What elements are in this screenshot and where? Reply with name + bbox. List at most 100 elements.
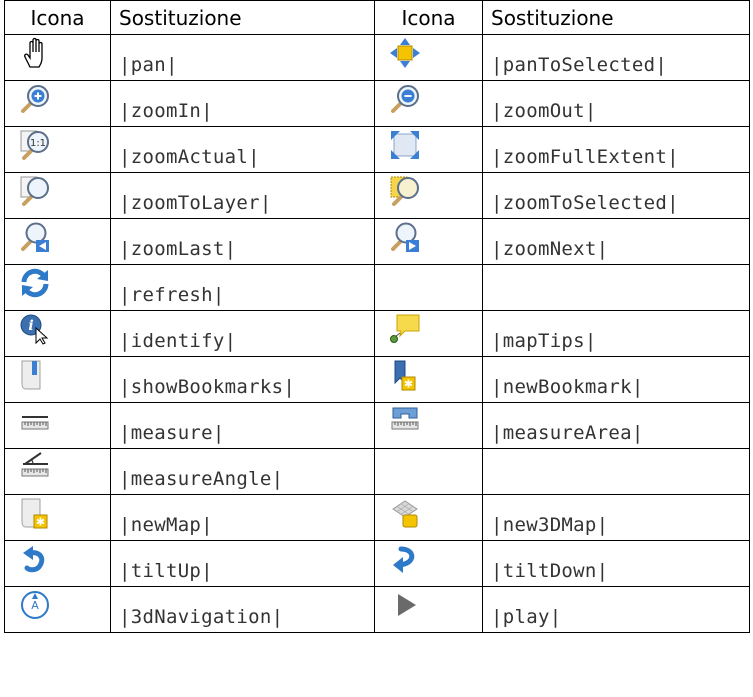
substitution-code: |identify| xyxy=(119,330,237,352)
substitution-cell: |tiltUp| xyxy=(110,540,375,587)
icon-cell xyxy=(374,34,483,81)
zoom-actual-icon: 1:1 xyxy=(19,129,51,161)
header-icon-col-2: Icona xyxy=(374,0,483,35)
substitution-cell: |zoomActual| xyxy=(110,126,375,173)
substitution-cell: |zoomToLayer| xyxy=(110,172,375,219)
table-header-row: Icona Sostituzione Icona Sostituzione xyxy=(4,0,750,35)
tilt-down-icon xyxy=(389,543,421,575)
icon-cell xyxy=(374,494,483,541)
substitution-code: |zoomNext| xyxy=(491,238,609,260)
substitution-code: |zoomLast| xyxy=(119,238,237,260)
zoom-to-layer-icon xyxy=(19,175,51,207)
icon-cell xyxy=(374,586,483,633)
table-row: |measure| |measureArea| xyxy=(4,402,750,449)
icon-cell xyxy=(4,172,111,219)
icon-cell: i xyxy=(4,310,111,357)
table-row: A |3dNavigation| |play| xyxy=(4,586,750,633)
substitution-cell: |showBookmarks| xyxy=(110,356,375,403)
substitution-cell: |panToSelected| xyxy=(482,34,750,81)
table-row: |pan| |panToSelected| xyxy=(4,34,750,81)
icon-cell: ✱ xyxy=(374,356,483,403)
substitution-cell xyxy=(482,264,750,311)
substitution-cell: |zoomLast| xyxy=(110,218,375,265)
play-icon xyxy=(389,589,421,621)
zoom-in-icon xyxy=(19,83,51,115)
substitution-code: |newMap| xyxy=(119,514,213,536)
table-row: |refresh| xyxy=(4,264,750,311)
svg-text:✱: ✱ xyxy=(404,378,413,391)
zoom-last-icon xyxy=(19,221,51,253)
zoom-out-icon xyxy=(389,83,421,115)
substitution-code: |play| xyxy=(491,606,562,628)
table-row: |zoomIn| |zoomOut| xyxy=(4,80,750,127)
icon-cell xyxy=(374,264,483,311)
table-row: ✱ |newMap| |new3DMap| xyxy=(4,494,750,541)
table-row: |zoomToLayer| |zoomToSelected| xyxy=(4,172,750,219)
substitution-code: |new3DMap| xyxy=(491,514,609,536)
substitution-code: |measureAngle| xyxy=(119,468,284,490)
icon-cell xyxy=(4,356,111,403)
measure-icon xyxy=(19,405,51,437)
substitution-code: |panToSelected| xyxy=(491,54,668,76)
icon-cell: A xyxy=(4,586,111,633)
substitution-cell: |identify| xyxy=(110,310,375,357)
measure-angle-icon xyxy=(19,451,51,483)
svg-text:1:1: 1:1 xyxy=(30,138,46,149)
substitution-code: |tiltDown| xyxy=(491,560,609,582)
header-icon-col: Icona xyxy=(4,0,111,35)
substitution-code: |measureArea| xyxy=(491,422,644,444)
new-3d-map-icon xyxy=(389,497,421,529)
substitution-cell: |measure| xyxy=(110,402,375,449)
substitution-code: |zoomOut| xyxy=(491,100,597,122)
table-row: i |identify| |mapTips| xyxy=(4,310,750,357)
measure-area-icon xyxy=(389,405,421,437)
substitution-cell: |zoomToSelected| xyxy=(482,172,750,219)
substitution-code: |showBookmarks| xyxy=(119,376,296,398)
refresh-icon xyxy=(19,267,51,299)
icon-cell xyxy=(4,402,111,449)
substitution-code: |zoomToSelected| xyxy=(491,192,679,214)
substitution-code: |refresh| xyxy=(119,284,225,306)
header-substitution-col-2: Sostituzione xyxy=(482,0,750,35)
svg-text:A: A xyxy=(31,599,39,612)
icon-cell xyxy=(374,402,483,449)
svg-text:i: i xyxy=(28,318,33,334)
table-row: |zoomLast| |zoomNext| xyxy=(4,218,750,265)
substitution-table: Icona Sostituzione Icona Sostituzione |p… xyxy=(4,0,750,633)
icon-cell: 1:1 xyxy=(4,126,111,173)
substitution-cell: |zoomOut| xyxy=(482,80,750,127)
icon-cell xyxy=(374,80,483,127)
icon-cell xyxy=(4,34,111,81)
substitution-code: |zoomToLayer| xyxy=(119,192,272,214)
substitution-code: |3dNavigation| xyxy=(119,606,284,628)
3d-navigation-icon: A xyxy=(19,589,51,621)
substitution-cell: |3dNavigation| xyxy=(110,586,375,633)
icon-cell xyxy=(4,264,111,311)
tilt-up-icon xyxy=(19,543,51,575)
table-row: |showBookmarks| ✱ |newBookmark| xyxy=(4,356,750,403)
icon-cell xyxy=(374,448,483,495)
identify-icon: i xyxy=(19,313,51,345)
svg-text:✱: ✱ xyxy=(36,516,45,529)
icon-cell: ✱ xyxy=(4,494,111,541)
substitution-cell: |new3DMap| xyxy=(482,494,750,541)
substitution-cell: |newBookmark| xyxy=(482,356,750,403)
zoom-next-icon xyxy=(389,221,421,253)
icon-cell xyxy=(4,448,111,495)
table-row: |measureAngle| xyxy=(4,448,750,495)
substitution-code: |measure| xyxy=(119,422,225,444)
substitution-cell xyxy=(482,448,750,495)
icon-cell xyxy=(4,80,111,127)
show-bookmarks-icon xyxy=(19,359,51,391)
substitution-code: |zoomFullExtent| xyxy=(491,146,679,168)
substitution-cell: |measureAngle| xyxy=(110,448,375,495)
substitution-cell: |zoomNext| xyxy=(482,218,750,265)
substitution-code: |pan| xyxy=(119,54,178,76)
substitution-cell: |play| xyxy=(482,586,750,633)
zoom-full-extent-icon xyxy=(389,129,421,161)
new-map-icon: ✱ xyxy=(19,497,51,529)
substitution-code: |zoomIn| xyxy=(119,100,213,122)
icon-cell xyxy=(374,310,483,357)
substitution-cell: |refresh| xyxy=(110,264,375,311)
icon-cell xyxy=(374,218,483,265)
